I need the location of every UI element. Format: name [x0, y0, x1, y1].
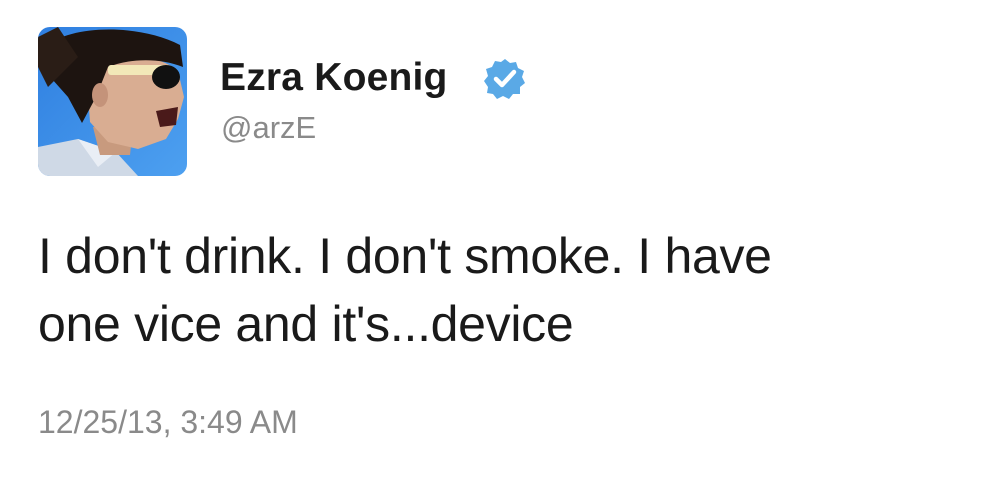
author-avatar[interactable]	[38, 27, 187, 176]
tweet-text-line: I don't drink. I don't smoke. I have	[38, 228, 772, 284]
avatar-image	[38, 27, 187, 176]
tweet-text-line: one vice and it's...device	[38, 296, 574, 352]
verified-badge-icon	[484, 59, 525, 99]
author-handle[interactable]: @arzE	[221, 110, 316, 146]
tweet-card: Ezra Koenig @arzE I don't drink. I don't…	[0, 0, 1000, 494]
author-display-name[interactable]: Ezra Koenig	[220, 56, 448, 100]
tweet-text: I don't drink. I don't smoke. I have one…	[38, 222, 983, 358]
tweet-timestamp[interactable]: 12/25/13, 3:49 AM	[38, 404, 298, 441]
